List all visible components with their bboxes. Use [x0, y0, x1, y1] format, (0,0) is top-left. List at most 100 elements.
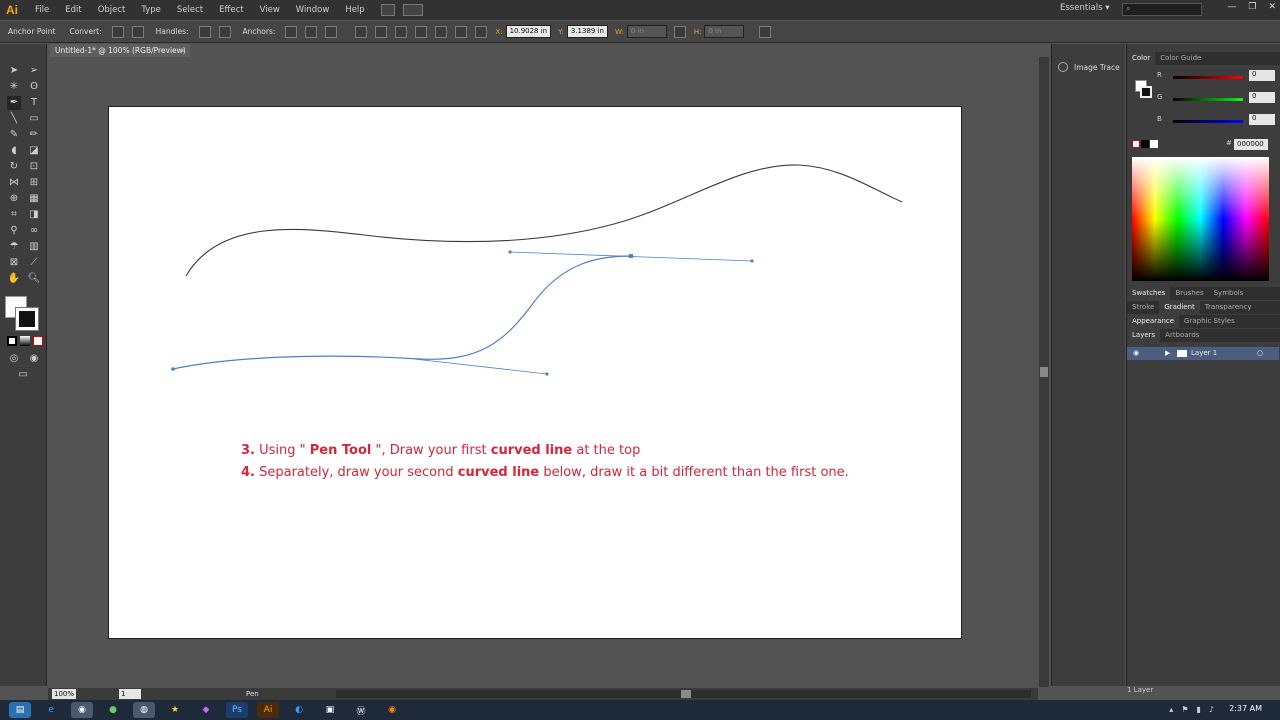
convert-smooth-icon[interactable]: [131, 25, 144, 38]
magic-wand-tool-icon[interactable]: ✳: [7, 80, 21, 94]
image-trace-button[interactable]: Image Trace: [1058, 62, 1120, 72]
firefox-icon[interactable]: ◉: [381, 702, 403, 718]
rotate-tool-icon[interactable]: ↻: [7, 160, 21, 174]
blend-tool-icon[interactable]: ∞: [27, 224, 41, 238]
tab-appearance[interactable]: Appearance: [1127, 315, 1180, 328]
gradient-mode-icon[interactable]: [20, 336, 30, 346]
rectangle-tool-icon[interactable]: ▭: [27, 112, 41, 126]
chrome-icon[interactable]: ◉: [71, 702, 93, 718]
maximize-icon[interactable]: ❐: [1248, 2, 1256, 12]
g-slider[interactable]: G 0: [1157, 92, 1277, 105]
scale-tool-icon[interactable]: ⊡: [27, 160, 41, 174]
eyedropper-tool-icon[interactable]: ⚲: [7, 224, 21, 238]
menu-type[interactable]: Type: [133, 0, 169, 20]
r-slider-bar[interactable]: [1173, 76, 1243, 79]
layer-target-icon[interactable]: ○: [1257, 347, 1263, 360]
y-field[interactable]: 3.1389 in: [566, 25, 608, 38]
gradient-tool-icon[interactable]: ◨: [27, 208, 41, 222]
show-handles-icon[interactable]: [198, 25, 211, 38]
tab-symbols[interactable]: Symbols: [1209, 287, 1249, 300]
artboard[interactable]: 3. Using " Pen Tool ", Draw your first c…: [108, 106, 962, 639]
black-swatch[interactable]: [1141, 140, 1149, 148]
vertical-scrollbar[interactable]: [1039, 57, 1049, 687]
selection-tool-icon[interactable]: ➤: [7, 64, 21, 78]
white-swatch[interactable]: [1150, 140, 1158, 148]
zoom-field[interactable]: 100%: [52, 689, 76, 699]
volume-icon[interactable]: ♪: [1209, 705, 1214, 714]
none-swatch[interactable]: [1132, 140, 1140, 148]
tray-flag-icon[interactable]: ⚑: [1181, 705, 1188, 714]
align-middle-icon[interactable]: [455, 25, 468, 38]
close-icon[interactable]: ✕: [1268, 2, 1276, 12]
align-center-icon[interactable]: [395, 25, 408, 38]
artboard-number-field[interactable]: 1: [119, 689, 141, 699]
direct-selection-tool-icon[interactable]: ➢: [27, 64, 41, 78]
close-document-icon[interactable]: ×: [180, 44, 186, 57]
b-slider[interactable]: B 0: [1157, 114, 1277, 127]
align-left-icon[interactable]: [375, 25, 388, 38]
color-stroke-swatch[interactable]: [1140, 86, 1152, 98]
hex-field[interactable]: 000000: [1234, 139, 1268, 150]
workspace-switcher[interactable]: Essentials ▾: [1060, 3, 1110, 13]
g-slider-bar[interactable]: [1173, 98, 1243, 101]
tab-layers[interactable]: Layers: [1127, 329, 1161, 342]
tab-brushes[interactable]: Brushes: [1170, 287, 1208, 300]
pen-tool-icon[interactable]: ✒: [7, 96, 21, 110]
b-value[interactable]: 0: [1249, 114, 1275, 125]
isolate-selected-icon[interactable]: [759, 25, 772, 38]
slice-tool-icon[interactable]: ⟋: [27, 256, 41, 270]
type-tool-icon[interactable]: T: [27, 96, 41, 110]
app-window-icon[interactable]: ◍: [133, 702, 155, 718]
zoom-tool-icon[interactable]: 🔍︎: [27, 272, 41, 286]
perspective-grid-tool-icon[interactable]: ▦: [27, 192, 41, 206]
help-search-input[interactable]: ⌕: [1122, 3, 1202, 16]
menu-view[interactable]: View: [252, 0, 288, 20]
column-graph-tool-icon[interactable]: ▥: [27, 240, 41, 254]
document-tab[interactable]: Untitled-1* @ 100% (RGB/Preview) ×: [50, 44, 190, 57]
hide-handles-icon[interactable]: [218, 25, 231, 38]
none-mode-icon[interactable]: [33, 336, 43, 346]
app-green-icon[interactable]: ●: [102, 702, 124, 718]
horizontal-scroll-thumb[interactable]: [681, 690, 691, 698]
menu-object[interactable]: Object: [90, 0, 134, 20]
menu-effect[interactable]: Effect: [211, 0, 251, 20]
bridge-button[interactable]: [380, 4, 395, 16]
w-field[interactable]: 0 in: [626, 25, 667, 38]
menu-select[interactable]: Select: [169, 0, 211, 20]
horizontal-scrollbar[interactable]: [336, 690, 1031, 698]
tab-gradient[interactable]: Gradient: [1159, 301, 1200, 314]
tab-color-guide[interactable]: Color Guide: [1155, 52, 1206, 65]
canvas-area[interactable]: 3. Using " Pen Tool ", Draw your first c…: [48, 57, 1038, 687]
menu-help[interactable]: Help: [337, 0, 372, 20]
tab-artboards[interactable]: Artboards: [1160, 329, 1204, 342]
tray-up-icon[interactable]: ▴: [1169, 705, 1173, 714]
align-to-icon[interactable]: [355, 25, 368, 38]
free-transform-tool-icon[interactable]: ⊞: [27, 176, 41, 190]
menu-edit[interactable]: Edit: [57, 0, 89, 20]
tab-color[interactable]: Color: [1127, 52, 1156, 65]
paintbrush-tool-icon[interactable]: ✎: [7, 128, 21, 142]
shape-builder-tool-icon[interactable]: ⊕: [7, 192, 21, 206]
menu-file[interactable]: File: [27, 0, 57, 20]
color-mode-icon[interactable]: [7, 336, 17, 346]
app-blue-icon[interactable]: ◐: [288, 702, 310, 718]
arrange-documents-button[interactable]: [402, 4, 423, 16]
draw-mode-icon[interactable]: ◎: [7, 352, 21, 366]
constrain-proportions-icon[interactable]: [673, 25, 686, 38]
expand-layer-icon[interactable]: ▶: [1165, 347, 1170, 360]
wordpress-icon[interactable]: Ⓦ: [350, 702, 372, 718]
artboard-tool-icon[interactable]: ⊠: [7, 256, 21, 270]
app-purple-icon[interactable]: ◆: [195, 702, 217, 718]
r-value[interactable]: 0: [1249, 70, 1275, 81]
explorer-icon[interactable]: ▤: [9, 702, 31, 718]
app-yellow-icon[interactable]: ★: [164, 702, 186, 718]
menu-window[interactable]: Window: [288, 0, 338, 20]
app-white-icon[interactable]: ▣: [319, 702, 341, 718]
line-tool-icon[interactable]: ╲: [7, 112, 21, 126]
minimize-icon[interactable]: —: [1227, 2, 1236, 12]
tab-swatches[interactable]: Swatches: [1127, 287, 1171, 300]
connect-anchor-icon[interactable]: [305, 25, 318, 38]
visibility-eye-icon[interactable]: ◉: [1133, 347, 1139, 360]
pencil-tool-icon[interactable]: ✏: [27, 128, 41, 142]
symbol-sprayer-tool-icon[interactable]: ☂: [7, 240, 21, 254]
